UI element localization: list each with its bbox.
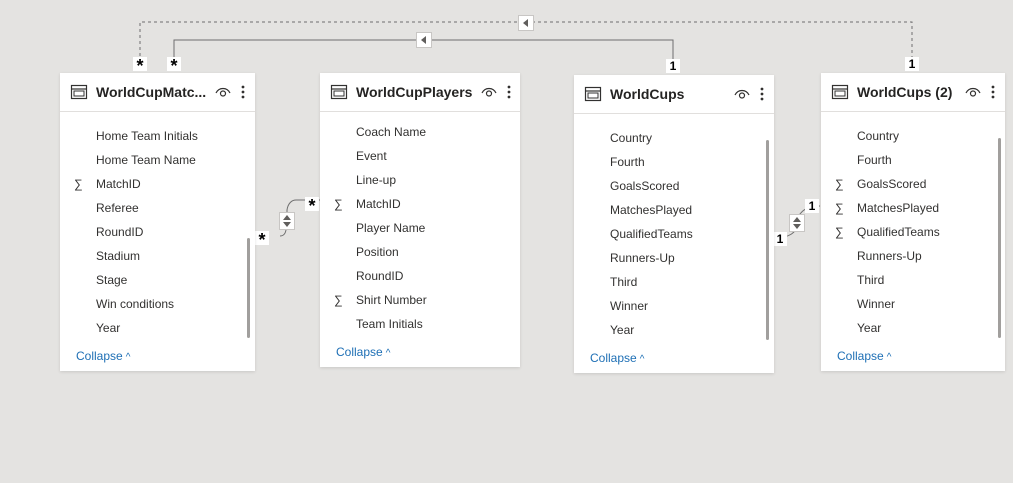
more-options-icon[interactable] bbox=[990, 84, 996, 100]
field-item[interactable]: Country bbox=[610, 131, 652, 145]
table-icon bbox=[831, 84, 849, 100]
field-item[interactable]: Stadium bbox=[96, 249, 140, 263]
cardinality-one-marker: 1 bbox=[805, 199, 819, 213]
collapse-label: Collapse bbox=[336, 345, 383, 359]
collapse-link[interactable]: Collapse ^ bbox=[76, 349, 130, 363]
sigma-icon: ∑ bbox=[334, 197, 343, 211]
field-item[interactable]: Position bbox=[356, 245, 399, 259]
field-item[interactable]: Third bbox=[857, 273, 884, 287]
field-item[interactable]: Coach Name bbox=[356, 125, 426, 139]
field-item[interactable]: Team Initials bbox=[356, 317, 423, 331]
field-item[interactable]: GoalsScored bbox=[857, 177, 926, 191]
field-item[interactable]: Player Name bbox=[356, 221, 425, 235]
field-item[interactable]: Stage bbox=[96, 273, 127, 287]
field-item[interactable]: Country bbox=[857, 129, 899, 143]
field-item[interactable]: Line-up bbox=[356, 173, 396, 187]
field-item[interactable]: Win conditions bbox=[96, 297, 174, 311]
model-canvas[interactable]: * * 1 1 * * 1 1 WorldCupMatc... Home Team… bbox=[0, 0, 1013, 483]
chevron-up-icon: ^ bbox=[886, 352, 892, 363]
field-item[interactable]: MatchID bbox=[96, 177, 141, 191]
chevron-up-icon: ^ bbox=[639, 354, 645, 365]
relationship-direction-solid-button[interactable] bbox=[416, 32, 432, 48]
field-item[interactable]: GoalsScored bbox=[610, 179, 679, 193]
relationship-bidirectional-cups-button[interactable] bbox=[789, 214, 805, 232]
collapse-label: Collapse bbox=[76, 349, 123, 363]
field-item[interactable]: Winner bbox=[857, 297, 895, 311]
scrollbar[interactable] bbox=[247, 238, 250, 338]
cardinality-one-marker: 1 bbox=[905, 57, 919, 71]
relationship-bidirectional-players-button[interactable] bbox=[279, 212, 295, 230]
field-item[interactable]: MatchesPlayed bbox=[857, 201, 939, 215]
more-options-icon[interactable] bbox=[240, 84, 246, 100]
field-item[interactable]: QualifiedTeams bbox=[610, 227, 693, 241]
table-header[interactable]: WorldCups (2) bbox=[821, 73, 1005, 112]
field-item[interactable]: MatchesPlayed bbox=[610, 203, 692, 217]
sigma-icon: ∑ bbox=[74, 177, 83, 191]
sigma-icon: ∑ bbox=[835, 225, 844, 239]
field-item[interactable]: QualifiedTeams bbox=[857, 225, 940, 239]
cardinality-many-marker: * bbox=[305, 197, 319, 215]
relationship-direction-dashed-button[interactable] bbox=[518, 15, 534, 31]
more-options-icon[interactable] bbox=[759, 86, 765, 102]
scrollbar[interactable] bbox=[998, 138, 1001, 338]
table-title: WorldCupPlayers bbox=[356, 84, 473, 100]
field-item[interactable]: Year bbox=[857, 321, 881, 335]
table-card-worldcups[interactable]: WorldCups Country Fourth GoalsScored Matches… bbox=[574, 75, 774, 373]
more-options-icon[interactable] bbox=[506, 84, 512, 100]
table-header[interactable]: WorldCupMatc... bbox=[60, 73, 255, 112]
eye-icon[interactable] bbox=[734, 88, 750, 100]
cardinality-one-marker: 1 bbox=[666, 59, 680, 73]
table-icon bbox=[70, 84, 88, 100]
collapse-link[interactable]: Collapse ^ bbox=[336, 345, 390, 359]
field-item[interactable]: Runners-Up bbox=[857, 249, 922, 263]
chevron-up-icon: ^ bbox=[385, 348, 391, 359]
sigma-icon: ∑ bbox=[334, 293, 343, 307]
sigma-icon: ∑ bbox=[835, 177, 844, 191]
field-item[interactable]: Fourth bbox=[857, 153, 892, 167]
field-item[interactable]: RoundID bbox=[96, 225, 143, 239]
table-card-worldcupmatches[interactable]: WorldCupMatc... Home Team Initials Home Te… bbox=[60, 73, 255, 371]
arrow-up-down-icon bbox=[283, 215, 291, 227]
eye-icon[interactable] bbox=[481, 86, 497, 98]
sigma-icon: ∑ bbox=[835, 201, 844, 215]
table-icon bbox=[584, 86, 602, 102]
arrow-up-down-icon bbox=[793, 217, 801, 229]
cardinality-one-marker: 1 bbox=[773, 232, 787, 246]
field-item[interactable]: Year bbox=[610, 323, 634, 337]
cardinality-many-marker: * bbox=[167, 57, 181, 75]
table-card-worldcupplayers[interactable]: WorldCupPlayers Coach Name Event Line-up ∑ Ma… bbox=[320, 73, 520, 367]
table-title: WorldCupMatc... bbox=[96, 84, 207, 100]
collapse-link[interactable]: Collapse ^ bbox=[590, 351, 644, 365]
field-item[interactable]: Runners-Up bbox=[610, 251, 675, 265]
collapse-label: Collapse bbox=[590, 351, 637, 365]
field-item[interactable]: Year bbox=[96, 321, 120, 335]
table-card-worldcups-2[interactable]: WorldCups (2) Country Fourth ∑ GoalsScored ∑ M… bbox=[821, 73, 1005, 371]
table-header[interactable]: WorldCupPlayers bbox=[320, 73, 520, 112]
table-title: WorldCups bbox=[610, 86, 685, 102]
table-title: WorldCups (2) bbox=[857, 84, 953, 100]
field-item[interactable]: MatchID bbox=[356, 197, 401, 211]
field-item[interactable]: Fourth bbox=[610, 155, 645, 169]
table-icon bbox=[330, 84, 348, 100]
scrollbar[interactable] bbox=[766, 140, 769, 340]
arrow-left-icon bbox=[421, 36, 426, 44]
field-item[interactable]: Referee bbox=[96, 201, 139, 215]
cardinality-many-marker: * bbox=[133, 57, 147, 75]
field-item[interactable]: RoundID bbox=[356, 269, 403, 283]
cardinality-many-marker: * bbox=[255, 231, 269, 249]
field-item[interactable]: Third bbox=[610, 275, 637, 289]
field-item[interactable]: Shirt Number bbox=[356, 293, 427, 307]
arrow-left-icon bbox=[523, 19, 528, 27]
field-item[interactable]: Home Team Name bbox=[96, 153, 196, 167]
chevron-up-icon: ^ bbox=[125, 352, 131, 363]
eye-icon[interactable] bbox=[965, 86, 981, 98]
field-item[interactable]: Winner bbox=[610, 299, 648, 313]
eye-icon[interactable] bbox=[215, 86, 231, 98]
table-header[interactable]: WorldCups bbox=[574, 75, 774, 114]
collapse-label: Collapse bbox=[837, 349, 884, 363]
field-item[interactable]: Home Team Initials bbox=[96, 129, 198, 143]
field-item[interactable]: Event bbox=[356, 149, 387, 163]
collapse-link[interactable]: Collapse ^ bbox=[837, 349, 891, 363]
